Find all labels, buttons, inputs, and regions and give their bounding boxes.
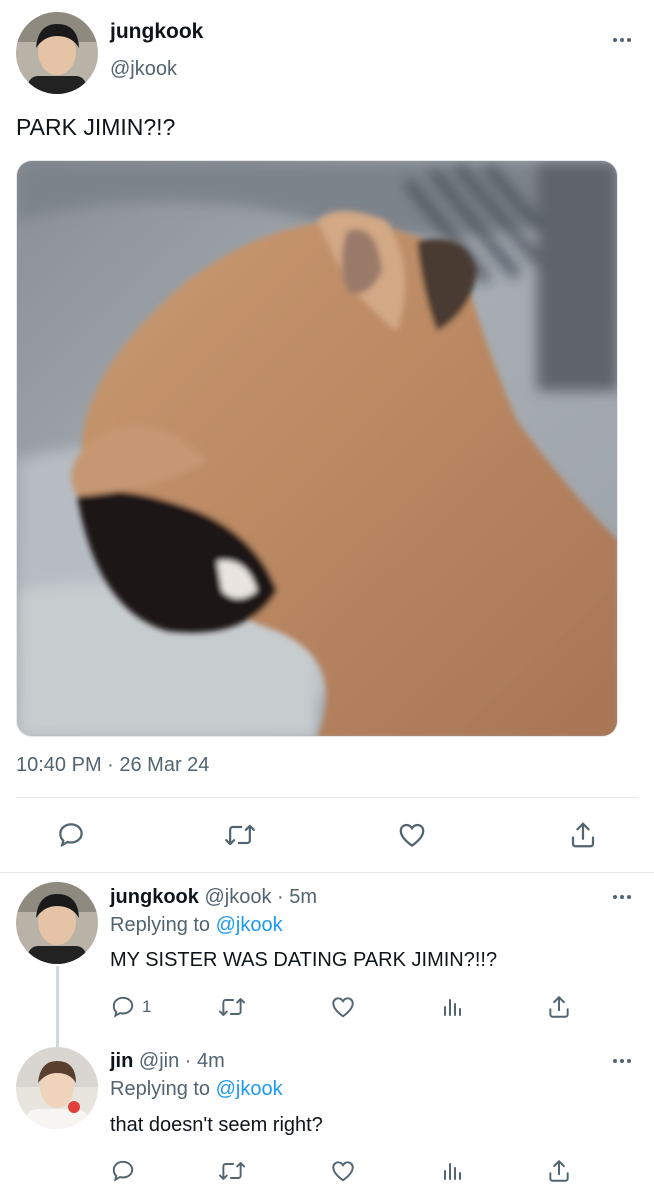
thread-line xyxy=(56,966,59,1050)
reply-text: MY SISTER WAS DATING PARK JIMIN?!!? xyxy=(110,949,498,971)
retweet-icon xyxy=(218,998,246,1016)
share-icon xyxy=(571,822,595,848)
tweet-text: PARK JIMIN?!? xyxy=(16,114,176,140)
dog-photo-icon xyxy=(17,161,617,736)
retweet-icon xyxy=(218,1162,246,1180)
share-button[interactable] xyxy=(568,820,598,850)
heart-icon xyxy=(332,1161,354,1182)
reply-author-handle[interactable]: @jin xyxy=(139,1050,179,1072)
heart-icon xyxy=(332,997,354,1018)
reply-header: jin @jin · 4m xyxy=(110,1050,225,1073)
reply-time[interactable]: · 5m xyxy=(277,886,317,908)
share-button[interactable] xyxy=(546,994,572,1020)
analytics-button[interactable] xyxy=(440,1158,464,1184)
share-icon xyxy=(549,1160,569,1182)
reply-icon xyxy=(112,996,134,1018)
more-options-icon[interactable] xyxy=(613,895,631,899)
analytics-icon xyxy=(444,1163,461,1180)
analytics-icon xyxy=(444,999,461,1016)
reply-icon xyxy=(112,1160,134,1182)
reply-author-name[interactable]: jungkook xyxy=(110,886,199,908)
reply-time[interactable]: · 4m xyxy=(185,1050,225,1072)
divider xyxy=(0,872,654,873)
replying-prefix: Replying to xyxy=(110,914,211,936)
retweet-button[interactable] xyxy=(218,994,246,1020)
reply-author-handle[interactable]: @jkook xyxy=(204,886,271,908)
retweet-button[interactable] xyxy=(218,1158,246,1184)
replying-prefix: Replying to xyxy=(110,1078,211,1100)
like-button[interactable] xyxy=(329,994,357,1020)
reply-avatar[interactable] xyxy=(16,1047,98,1129)
reply-text: that doesn't seem right? xyxy=(110,1114,323,1136)
replying-to-link[interactable]: @jkook xyxy=(216,914,283,936)
more-options-icon[interactable] xyxy=(613,1059,631,1063)
tweet-timestamp[interactable]: 10:40 PM · 26 Mar 24 xyxy=(16,754,209,777)
reply-button[interactable] xyxy=(56,820,86,850)
tweet-media[interactable] xyxy=(16,160,618,737)
replying-to: Replying to @jkook xyxy=(110,1078,283,1101)
replying-to-link[interactable]: @jkook xyxy=(216,1078,283,1100)
reply-header: jungkook @jkook · 5m xyxy=(110,886,317,909)
author-avatar[interactable] xyxy=(16,12,98,94)
share-button[interactable] xyxy=(546,1158,572,1184)
reply-count: 1 xyxy=(142,997,152,1016)
analytics-button[interactable] xyxy=(440,994,464,1020)
reply-button[interactable]: 1 xyxy=(110,994,151,1020)
reply-button[interactable] xyxy=(110,1158,142,1184)
more-options-icon[interactable] xyxy=(613,38,631,42)
like-button[interactable] xyxy=(329,1158,357,1184)
heart-icon xyxy=(399,823,425,847)
reply-avatar[interactable] xyxy=(16,882,98,964)
author-name[interactable]: jungkook xyxy=(110,20,203,44)
like-button[interactable] xyxy=(396,820,428,850)
retweet-button[interactable] xyxy=(224,820,256,850)
share-icon xyxy=(549,996,569,1018)
author-handle[interactable]: @jkook xyxy=(110,58,177,81)
retweet-icon xyxy=(225,824,255,846)
reply-author-name[interactable]: jin xyxy=(110,1050,133,1072)
replying-to: Replying to @jkook xyxy=(110,914,283,937)
divider xyxy=(16,797,638,798)
reply-icon xyxy=(59,823,83,848)
